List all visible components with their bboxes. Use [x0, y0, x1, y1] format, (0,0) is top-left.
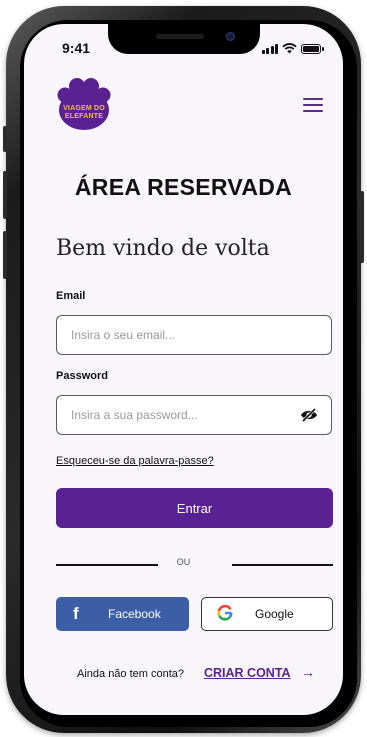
- password-field[interactable]: [56, 395, 332, 435]
- facebook-button-label: Facebook: [108, 607, 161, 621]
- phone-notch: [108, 24, 260, 54]
- speaker-grille: [156, 34, 204, 39]
- wifi-icon: [282, 43, 297, 54]
- signup-question: Ainda não tem conta?: [77, 668, 185, 680]
- page-title: ÁREA RESERVADA: [74, 174, 293, 200]
- phone-side-button: [3, 126, 7, 152]
- login-button[interactable]: Entrar: [56, 488, 333, 528]
- facebook-icon: f: [73, 604, 79, 623]
- google-icon: [217, 605, 233, 621]
- brand-logo[interactable]: VIAGEM DO ELEFANTE: [56, 76, 112, 132]
- create-account-link[interactable]: CRIAR CONTA: [204, 666, 291, 680]
- cellular-signal-icon: [261, 44, 278, 54]
- phone-volume-down-button: [3, 231, 7, 279]
- divider-line-right: [232, 564, 333, 566]
- email-label: Email: [56, 290, 86, 302]
- status-time: 9:41: [62, 40, 91, 56]
- forgot-password-link[interactable]: Esqueceu-se da palavra-passe?: [56, 455, 214, 467]
- arrow-right-icon[interactable]: →: [301, 664, 315, 680]
- google-login-button[interactable]: Google: [201, 597, 333, 631]
- password-label: Password: [56, 370, 108, 382]
- welcome-heading: Bem vindo de volta: [56, 236, 270, 261]
- google-button-label: Google: [255, 607, 294, 621]
- app-screen: 9:41 VIAGEM DO ELEFANTE ÁREA RESERVADA B…: [24, 24, 343, 715]
- battery-icon: [301, 44, 324, 54]
- hamburger-menu-icon[interactable]: [303, 98, 323, 112]
- divider-text: OU: [176, 557, 191, 567]
- logo-text: VIAGEM DO ELEFANTE: [63, 105, 105, 120]
- phone-power-button: [360, 191, 364, 263]
- paw-logo-icon: [57, 78, 111, 130]
- front-camera: [226, 32, 235, 41]
- status-icons: [261, 43, 324, 54]
- phone-volume-up-button: [3, 171, 7, 219]
- facebook-login-button[interactable]: f Facebook: [56, 597, 189, 631]
- eye-slash-icon[interactable]: [300, 408, 318, 422]
- email-field[interactable]: [56, 315, 332, 355]
